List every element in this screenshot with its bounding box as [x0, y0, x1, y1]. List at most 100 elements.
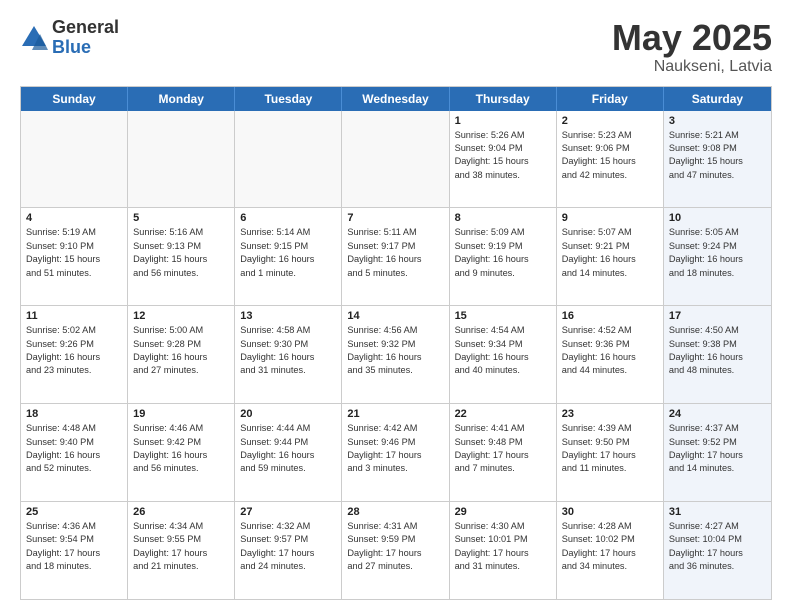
cal-cell [342, 111, 449, 208]
day-number: 23 [562, 408, 658, 420]
day-number: 25 [26, 506, 122, 518]
day-info: Sunrise: 4:50 AM Sunset: 9:38 PM Dayligh… [669, 324, 766, 377]
day-info: Sunrise: 5:09 AM Sunset: 9:19 PM Dayligh… [455, 226, 551, 279]
cal-cell [235, 111, 342, 208]
day-info: Sunrise: 5:00 AM Sunset: 9:28 PM Dayligh… [133, 324, 229, 377]
cal-cell: 22 Sunrise: 4:41 AM Sunset: 9:48 PM Dayli… [450, 404, 557, 501]
day-number: 7 [347, 212, 443, 224]
cal-row-2: 11 Sunrise: 5:02 AM Sunset: 9:26 PM Dayli… [21, 305, 771, 403]
cal-cell: 9 Sunrise: 5:07 AM Sunset: 9:21 PM Daylig… [557, 208, 664, 305]
cal-cell: 13Sunrise: 4:58 AM Sunset: 9:30 PM Dayli… [235, 306, 342, 403]
day-info: Sunrise: 5:21 AM Sunset: 9:08 PM Dayligh… [669, 129, 766, 182]
day-info: Sunrise: 5:05 AM Sunset: 9:24 PM Dayligh… [669, 226, 766, 279]
cal-cell: 15 Sunrise: 4:54 AM Sunset: 9:34 PM Dayli… [450, 306, 557, 403]
day-number: 8 [455, 212, 551, 224]
header: General Blue May 2025 Naukseni, Latvia [20, 18, 772, 76]
calendar: SundayMondayTuesdayWednesdayThursdayFrid… [20, 86, 772, 600]
cal-cell: 30 Sunrise: 4:28 AM Sunset: 10:02 PM Dayl… [557, 502, 664, 599]
cal-cell: 3 Sunrise: 5:21 AM Sunset: 9:08 PM Daylig… [664, 111, 771, 208]
header-day-sunday: Sunday [21, 87, 128, 111]
day-info: Sunrise: 4:46 AM Sunset: 9:42 PM Dayligh… [133, 422, 229, 475]
day-info: Sunrise: 4:54 AM Sunset: 9:34 PM Dayligh… [455, 324, 551, 377]
day-info: Sunrise: 5:26 AM Sunset: 9:04 PM Dayligh… [455, 129, 551, 182]
day-info: Sunrise: 4:28 AM Sunset: 10:02 PM Daylig… [562, 520, 658, 573]
cal-cell: 6 Sunrise: 5:14 AM Sunset: 9:15 PM Daylig… [235, 208, 342, 305]
cal-cell: 24Sunrise: 4:37 AM Sunset: 9:52 PM Dayli… [664, 404, 771, 501]
day-number: 14 [347, 310, 443, 322]
day-info: Sunrise: 5:11 AM Sunset: 9:17 PM Dayligh… [347, 226, 443, 279]
title-block: May 2025 Naukseni, Latvia [612, 18, 772, 76]
day-number: 30 [562, 506, 658, 518]
header-day-saturday: Saturday [664, 87, 771, 111]
logo: General Blue [20, 18, 119, 58]
calendar-body: 1 Sunrise: 5:26 AM Sunset: 9:04 PM Daylig… [21, 111, 771, 599]
cal-row-1: 4Sunrise: 5:19 AM Sunset: 9:10 PM Daylig… [21, 207, 771, 305]
day-info: Sunrise: 5:23 AM Sunset: 9:06 PM Dayligh… [562, 129, 658, 182]
logo-text: General Blue [52, 18, 119, 58]
day-number: 31 [669, 506, 766, 518]
page: General Blue May 2025 Naukseni, Latvia S… [0, 0, 792, 612]
day-number: 10 [669, 212, 766, 224]
day-info: Sunrise: 5:02 AM Sunset: 9:26 PM Dayligh… [26, 324, 122, 377]
day-info: Sunrise: 5:16 AM Sunset: 9:13 PM Dayligh… [133, 226, 229, 279]
header-day-wednesday: Wednesday [342, 87, 449, 111]
day-number: 26 [133, 506, 229, 518]
header-day-monday: Monday [128, 87, 235, 111]
day-number: 4 [26, 212, 122, 224]
day-number: 6 [240, 212, 336, 224]
day-info: Sunrise: 5:14 AM Sunset: 9:15 PM Dayligh… [240, 226, 336, 279]
day-number: 9 [562, 212, 658, 224]
cal-row-3: 18 Sunrise: 4:48 AM Sunset: 9:40 PM Dayli… [21, 403, 771, 501]
cal-cell: 10 Sunrise: 5:05 AM Sunset: 9:24 PM Dayli… [664, 208, 771, 305]
cal-cell: 8 Sunrise: 5:09 AM Sunset: 9:19 PM Daylig… [450, 208, 557, 305]
day-number: 12 [133, 310, 229, 322]
cal-cell [128, 111, 235, 208]
day-number: 18 [26, 408, 122, 420]
cal-cell: 16Sunrise: 4:52 AM Sunset: 9:36 PM Dayli… [557, 306, 664, 403]
day-number: 27 [240, 506, 336, 518]
day-number: 11 [26, 310, 122, 322]
day-info: Sunrise: 4:41 AM Sunset: 9:48 PM Dayligh… [455, 422, 551, 475]
title-location: Naukseni, Latvia [612, 58, 772, 76]
day-number: 29 [455, 506, 551, 518]
day-number: 20 [240, 408, 336, 420]
cal-cell: 28 Sunrise: 4:31 AM Sunset: 9:59 PM Dayli… [342, 502, 449, 599]
day-number: 17 [669, 310, 766, 322]
cal-cell: 27Sunrise: 4:32 AM Sunset: 9:57 PM Dayli… [235, 502, 342, 599]
cal-cell: 18 Sunrise: 4:48 AM Sunset: 9:40 PM Dayli… [21, 404, 128, 501]
day-number: 28 [347, 506, 443, 518]
day-info: Sunrise: 4:36 AM Sunset: 9:54 PM Dayligh… [26, 520, 122, 573]
day-number: 1 [455, 115, 551, 127]
day-info: Sunrise: 4:37 AM Sunset: 9:52 PM Dayligh… [669, 422, 766, 475]
cal-cell: 21Sunrise: 4:42 AM Sunset: 9:46 PM Dayli… [342, 404, 449, 501]
cal-cell: 2 Sunrise: 5:23 AM Sunset: 9:06 PM Daylig… [557, 111, 664, 208]
day-info: Sunrise: 4:56 AM Sunset: 9:32 PM Dayligh… [347, 324, 443, 377]
day-number: 2 [562, 115, 658, 127]
cal-cell: 5Sunrise: 5:16 AM Sunset: 9:13 PM Daylig… [128, 208, 235, 305]
cal-cell: 23 Sunrise: 4:39 AM Sunset: 9:50 PM Dayli… [557, 404, 664, 501]
header-day-tuesday: Tuesday [235, 87, 342, 111]
cal-row-0: 1 Sunrise: 5:26 AM Sunset: 9:04 PM Daylig… [21, 111, 771, 208]
logo-icon [20, 24, 48, 52]
day-info: Sunrise: 4:39 AM Sunset: 9:50 PM Dayligh… [562, 422, 658, 475]
day-number: 15 [455, 310, 551, 322]
cal-cell: 20Sunrise: 4:44 AM Sunset: 9:44 PM Dayli… [235, 404, 342, 501]
day-number: 13 [240, 310, 336, 322]
logo-blue: Blue [52, 38, 119, 58]
title-month: May 2025 [612, 18, 772, 58]
day-info: Sunrise: 4:31 AM Sunset: 9:59 PM Dayligh… [347, 520, 443, 573]
cal-row-4: 25 Sunrise: 4:36 AM Sunset: 9:54 PM Dayli… [21, 501, 771, 599]
cal-cell: 26Sunrise: 4:34 AM Sunset: 9:55 PM Dayli… [128, 502, 235, 599]
cal-cell [21, 111, 128, 208]
cal-cell: 12 Sunrise: 5:00 AM Sunset: 9:28 PM Dayli… [128, 306, 235, 403]
day-info: Sunrise: 4:48 AM Sunset: 9:40 PM Dayligh… [26, 422, 122, 475]
day-number: 3 [669, 115, 766, 127]
day-info: Sunrise: 5:07 AM Sunset: 9:21 PM Dayligh… [562, 226, 658, 279]
day-number: 21 [347, 408, 443, 420]
header-day-thursday: Thursday [450, 87, 557, 111]
cal-cell: 4Sunrise: 5:19 AM Sunset: 9:10 PM Daylig… [21, 208, 128, 305]
day-number: 22 [455, 408, 551, 420]
day-number: 16 [562, 310, 658, 322]
logo-general: General [52, 18, 119, 38]
cal-cell: 7 Sunrise: 5:11 AM Sunset: 9:17 PM Daylig… [342, 208, 449, 305]
